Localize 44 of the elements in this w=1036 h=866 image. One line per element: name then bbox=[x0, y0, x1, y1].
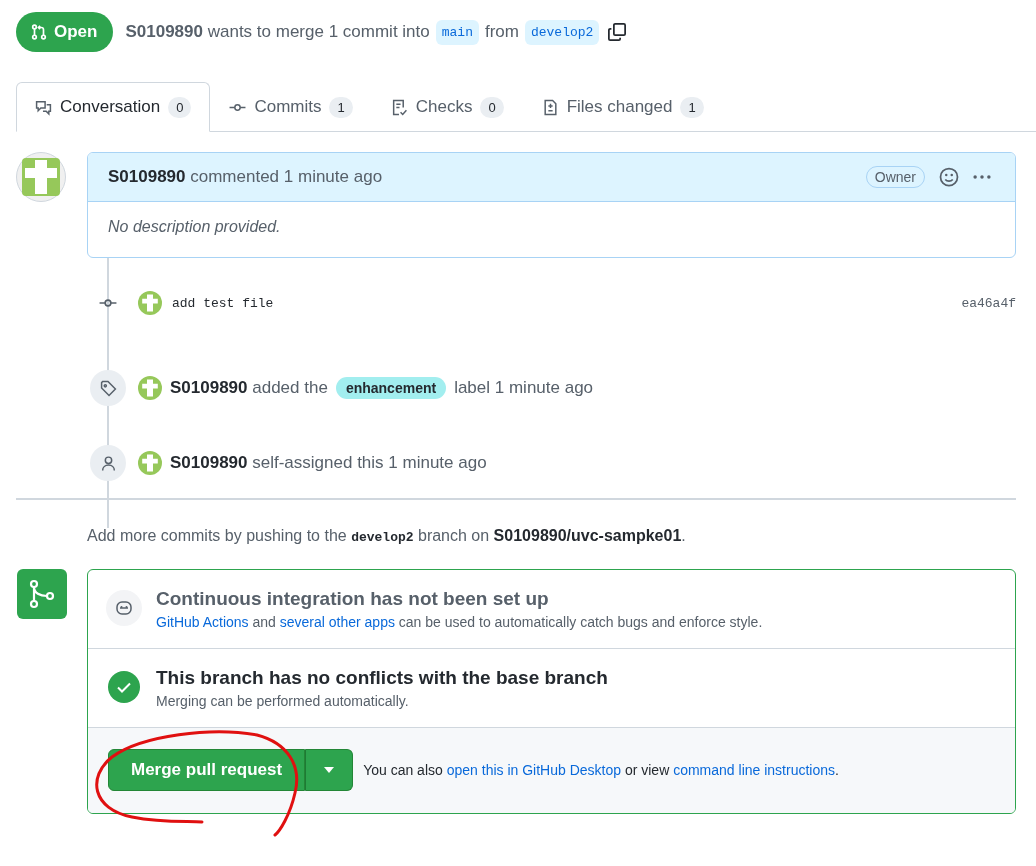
link[interactable]: several other apps bbox=[279, 614, 395, 630]
commit-sha[interactable]: ea46a4f bbox=[961, 295, 1016, 311]
pull-request-icon bbox=[30, 23, 48, 41]
link[interactable]: GitHub Actions bbox=[156, 614, 249, 630]
pull-request-summary: S0109890 wants to merge 1 commit into bbox=[125, 22, 430, 42]
event-time-text: label 1 minute ago bbox=[454, 378, 594, 398]
comment-body: No description provided. bbox=[107, 217, 282, 237]
speech-bubbles-icon bbox=[35, 98, 52, 116]
robot-icon bbox=[106, 590, 142, 626]
tab[interactable]: Checks 0 bbox=[371, 82, 523, 132]
check-circle-icon bbox=[106, 669, 142, 705]
conflict-description: Merging can be performed automatically. bbox=[156, 693, 410, 709]
tab-counter: 1 bbox=[680, 96, 704, 118]
tab[interactable]: Commits 1 bbox=[210, 82, 372, 132]
tab[interactable]: Files changed 1 bbox=[522, 82, 723, 132]
smiley-icon[interactable] bbox=[939, 167, 959, 187]
link[interactable]: command line instructions bbox=[673, 762, 835, 778]
merge-alternatives-text: You can also open this in GitHub Desktop or view command line instructions. bbox=[363, 762, 839, 778]
tab-counter: 0 bbox=[480, 96, 504, 118]
copy-icon[interactable] bbox=[607, 22, 628, 42]
event-text: S0109890 added the bbox=[170, 378, 328, 398]
link[interactable]: open this in GitHub Desktop bbox=[446, 762, 622, 778]
event-text: S0109890 self-assigned this 1 minute ago bbox=[170, 453, 487, 473]
tag-icon bbox=[99, 379, 117, 397]
file-diff-icon bbox=[541, 98, 559, 116]
comment-header-text: S0109890 commented 1 minute ago bbox=[108, 167, 384, 187]
push-hint-text: Add more commits by pushing to the develop2 branch on S0109890/uvc-sampke01. bbox=[87, 527, 687, 545]
open-status-badge: Open bbox=[16, 12, 114, 52]
person-icon bbox=[99, 454, 117, 472]
checklist-icon bbox=[390, 98, 408, 116]
base-branch-label[interactable]: main bbox=[435, 19, 479, 45]
commit-message[interactable]: add test file bbox=[172, 295, 954, 311]
conflict-title: This branch has no conflicts with the base branch bbox=[156, 667, 608, 689]
head-branch-label[interactable]: develop2 bbox=[524, 19, 600, 45]
from-text: from bbox=[484, 22, 519, 42]
ci-title: Continuous integration has not been set up bbox=[156, 588, 550, 610]
ci-description: GitHub Actions and several other apps can be used to automatically catch bugs and enforce style. bbox=[156, 614, 763, 630]
git-merge-icon bbox=[17, 569, 67, 619]
merge-options-dropdown[interactable] bbox=[305, 749, 354, 791]
tab-counter: 1 bbox=[329, 96, 353, 118]
tab-counter: 0 bbox=[168, 96, 192, 118]
caret-icon bbox=[324, 767, 335, 773]
label-tag[interactable]: enhancement bbox=[335, 377, 447, 399]
tab[interactable]: Conversation 0 bbox=[16, 82, 211, 132]
